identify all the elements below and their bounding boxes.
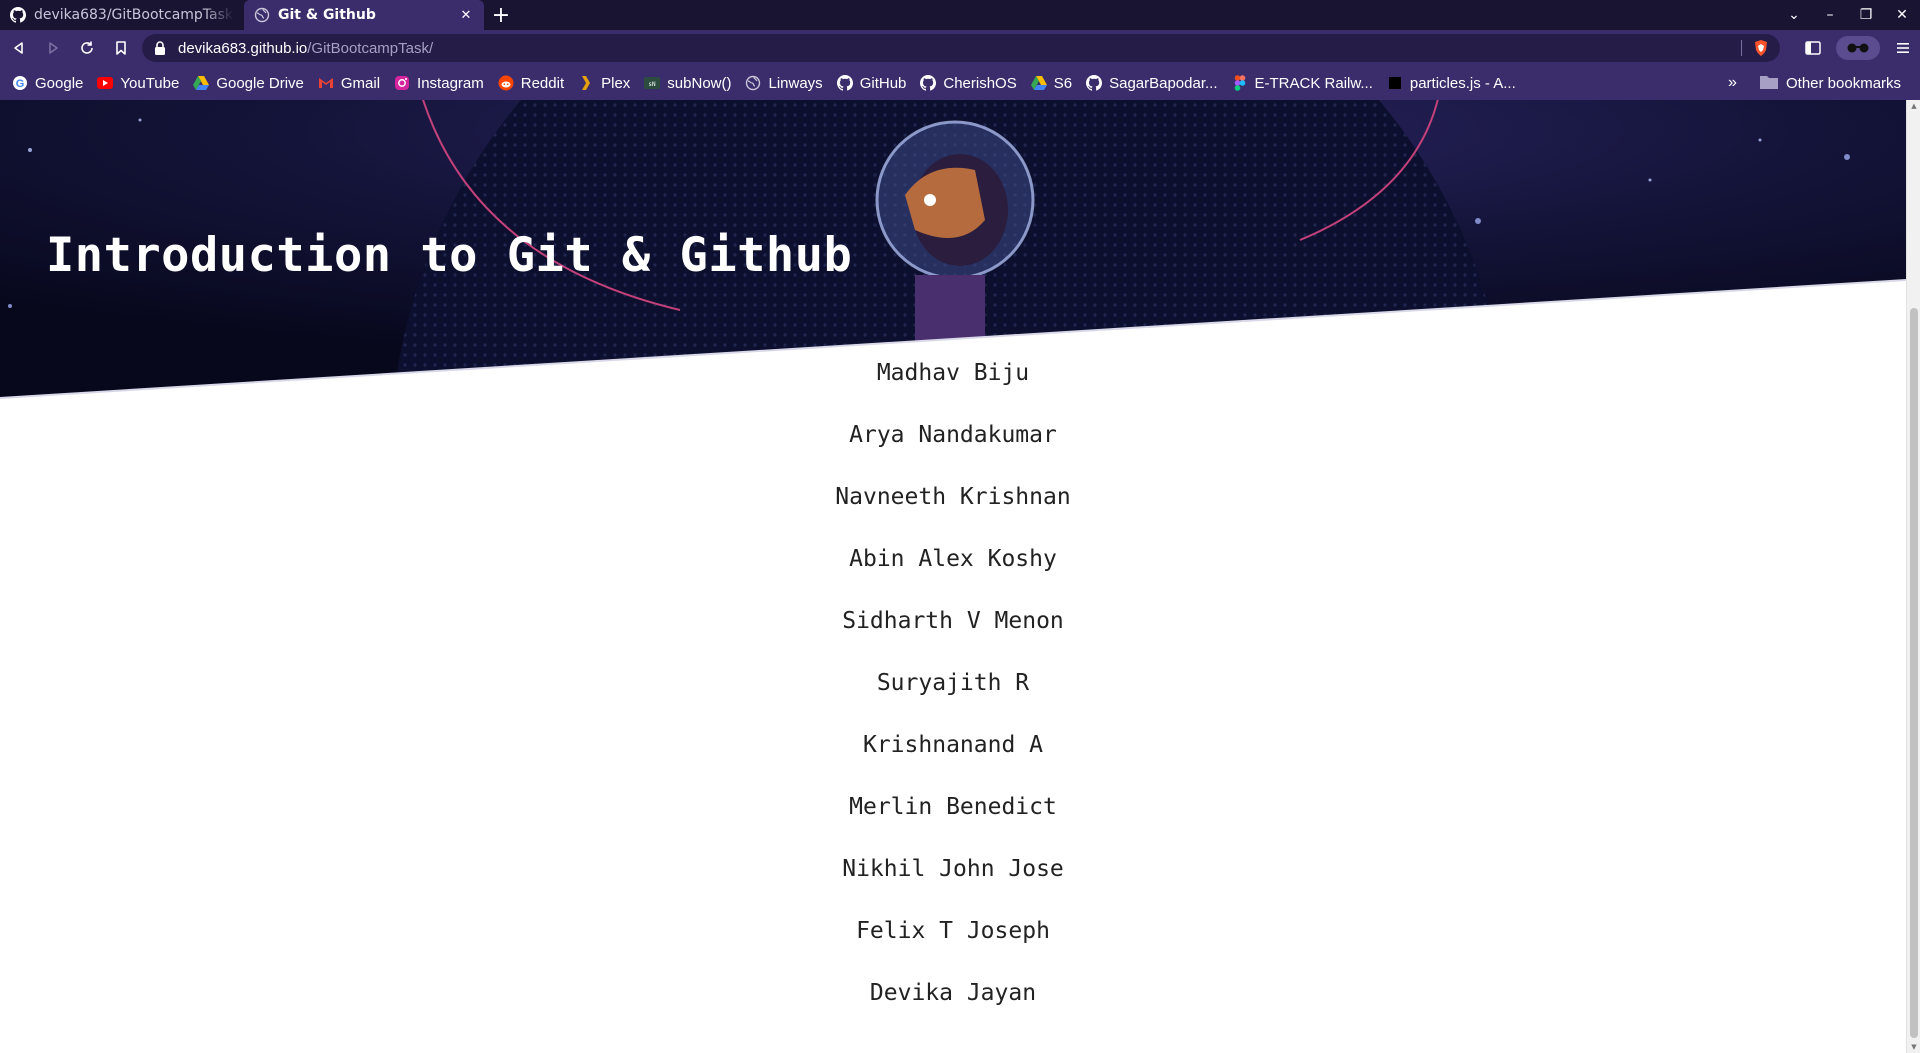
- list-item: Madhav Biju: [876, 360, 1030, 386]
- codepen-icon: [1387, 75, 1403, 91]
- address-bar[interactable]: devika683.github.io/GitBootcampTask/: [142, 34, 1780, 62]
- bookmark-etrack[interactable]: E-TRACK Railw...: [1232, 70, 1373, 96]
- reload-icon: [81, 41, 93, 54]
- list-item: Sidharth V Menon: [842, 608, 1064, 634]
- list-item: Navneeth Krishnan: [835, 484, 1071, 510]
- list-item: Devika Jayan: [869, 980, 1037, 1006]
- window-controls: ⌄ – ❐ ✕: [1776, 0, 1920, 30]
- list-item: Suryajith R: [876, 670, 1030, 696]
- bookmark-instagram[interactable]: Instagram: [394, 70, 484, 96]
- forward-arrow-icon: [49, 42, 58, 54]
- reddit-icon: [498, 75, 514, 91]
- tab-strip: devika683/GitBootcampTask Git & Github ✕…: [0, 0, 1920, 30]
- google-drive-icon: [1030, 75, 1047, 91]
- menu-icon[interactable]: [1886, 34, 1920, 62]
- tab-github-repo[interactable]: devika683/GitBootcampTask: [0, 0, 244, 30]
- bookmark-sagarbapodar[interactable]: SagarBapodar...: [1086, 70, 1218, 96]
- github-icon: [836, 75, 853, 91]
- globe-icon: [745, 75, 761, 91]
- other-bookmarks-button[interactable]: Other bookmarks: [1760, 70, 1901, 96]
- list-item: Nikhil John Jose: [842, 856, 1064, 882]
- url-host: devika683.github.io: [178, 39, 308, 57]
- folder-icon: [1760, 75, 1778, 91]
- bookmark-github[interactable]: GitHub: [836, 70, 906, 96]
- forward-button[interactable]: [38, 34, 68, 62]
- bookmark-subnow[interactable]: sN subNow(): [644, 70, 731, 96]
- close-window-button[interactable]: ✕: [1884, 7, 1920, 23]
- gmail-icon: [318, 75, 334, 91]
- brave-shields-icon[interactable]: [1752, 39, 1770, 57]
- bookmark-google[interactable]: G Google: [12, 70, 83, 96]
- bookmark-cherishos[interactable]: CherishOS: [920, 70, 1017, 96]
- github-icon: [10, 7, 26, 23]
- page-title: Introduction to Git & Github: [46, 228, 853, 283]
- reload-button[interactable]: [72, 34, 102, 62]
- tab-title: Git & Github: [278, 7, 376, 23]
- page-viewport: Introduction to Git & Github Madhav Biju…: [0, 100, 1906, 1053]
- google-icon: G: [12, 75, 28, 91]
- plex-icon: [578, 75, 594, 91]
- scrollbar-thumb[interactable]: [1910, 308, 1918, 1038]
- close-tab-icon[interactable]: ✕: [458, 7, 474, 23]
- browser-toolbar: devika683.github.io/GitBootcampTask/: [0, 30, 1920, 66]
- back-button[interactable]: [4, 34, 34, 62]
- new-tab-button[interactable]: +: [484, 0, 518, 30]
- bookmark-plex[interactable]: Plex: [578, 70, 630, 96]
- google-drive-icon: [193, 75, 210, 91]
- bookmark-icon: [116, 41, 126, 55]
- list-item: Abin Alex Koshy: [849, 546, 1057, 572]
- omnibox-divider: [1741, 40, 1742, 56]
- sidebar-toggle-icon[interactable]: [1796, 34, 1830, 62]
- url-path: /GitBootcampTask/: [307, 39, 434, 57]
- bookmarks-bar: G Google YouTube Google Drive Gmail Inst…: [0, 66, 1920, 100]
- bookmark-reddit[interactable]: Reddit: [498, 70, 564, 96]
- scroll-up-arrow-icon[interactable]: ▲: [1910, 102, 1918, 110]
- scroll-down-arrow-icon[interactable]: ▼: [1910, 1043, 1918, 1051]
- globe-icon: [254, 7, 270, 23]
- svg-text:sN: sN: [649, 81, 657, 88]
- github-icon: [920, 75, 937, 91]
- bookmark-google-drive[interactable]: Google Drive: [193, 70, 304, 96]
- figma-icon: [1232, 75, 1248, 91]
- list-item: Felix T Joseph: [856, 918, 1050, 944]
- youtube-icon: [97, 75, 114, 91]
- minimize-button[interactable]: –: [1812, 7, 1848, 23]
- list-item: Merlin Benedict: [849, 794, 1057, 820]
- bookmark-gmail[interactable]: Gmail: [318, 70, 380, 96]
- bookmarks-overflow-button[interactable]: »: [1728, 70, 1737, 96]
- bookmark-s6[interactable]: S6: [1030, 70, 1072, 96]
- bookmark-particlesjs[interactable]: particles.js - A...: [1387, 70, 1516, 96]
- back-arrow-icon: [14, 42, 23, 54]
- tab-title: devika683/GitBootcampTask: [34, 7, 234, 23]
- bookmark-youtube[interactable]: YouTube: [97, 70, 179, 96]
- extension-glasses-icon[interactable]: [1836, 36, 1880, 60]
- page-scrollbar[interactable]: ▲ ▼: [1906, 100, 1920, 1053]
- hero-banner: Introduction to Git & Github: [0, 100, 1906, 400]
- tab-search-icon[interactable]: ⌄: [1776, 7, 1812, 23]
- github-icon: [1086, 75, 1103, 91]
- subnow-icon: sN: [644, 75, 661, 91]
- instagram-icon: [394, 75, 410, 91]
- list-item: Arya Nandakumar: [849, 422, 1057, 448]
- restore-button[interactable]: ❐: [1848, 7, 1884, 23]
- tab-git-github[interactable]: Git & Github ✕: [244, 0, 484, 30]
- toolbar-right: [1796, 34, 1920, 62]
- list-item: Krishnanand A: [862, 732, 1043, 758]
- bookmark-button[interactable]: [106, 34, 136, 62]
- bookmark-linways[interactable]: Linways: [745, 70, 823, 96]
- svg-text:G: G: [16, 78, 25, 90]
- lock-icon: [154, 41, 168, 55]
